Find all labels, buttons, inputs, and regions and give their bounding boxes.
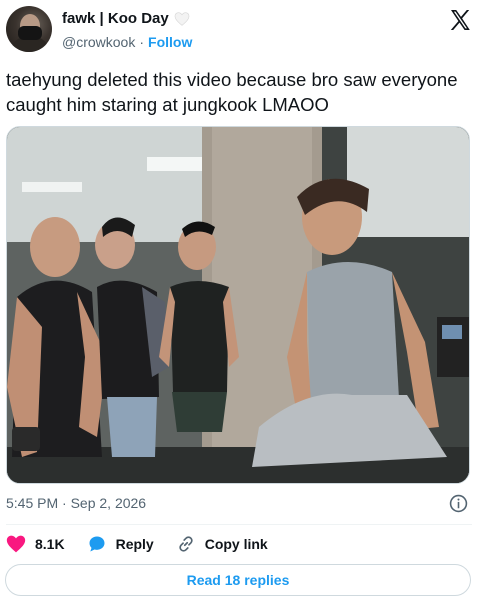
follow-button[interactable]: Follow xyxy=(148,34,192,50)
tweet-header: fawk | Koo Day @crowkook · Follow xyxy=(6,6,476,56)
reply-label: Reply xyxy=(115,536,154,552)
handle-separator: · xyxy=(139,34,145,50)
author-display-name[interactable]: fawk | Koo Day xyxy=(62,10,169,27)
divider xyxy=(6,524,472,525)
reply-button[interactable]: Reply xyxy=(87,534,154,554)
heart-icon xyxy=(6,535,26,553)
tweet-text: taehyung deleted this video because bro … xyxy=(6,69,458,115)
info-icon[interactable] xyxy=(449,494,468,513)
x-logo-icon[interactable] xyxy=(448,8,472,32)
copy-link-label: Copy link xyxy=(204,536,268,552)
tweet-timestamp[interactable]: 5:45 PM · Sep 2, 2026 xyxy=(6,495,146,511)
tweet-video[interactable] xyxy=(6,126,470,484)
white-heart-icon xyxy=(174,11,190,26)
read-replies-button[interactable]: Read 18 replies xyxy=(5,564,471,596)
tweet-actions: 8.1K Reply Copy link xyxy=(6,533,290,555)
like-count: 8.1K xyxy=(35,536,65,552)
author-handle[interactable]: @crowkook xyxy=(62,34,135,50)
like-button[interactable]: 8.1K xyxy=(6,534,65,554)
author-name-row: fawk | Koo Day xyxy=(62,10,190,27)
link-icon xyxy=(179,536,193,552)
copy-link-button[interactable]: Copy link xyxy=(176,534,268,554)
reply-bubble-icon xyxy=(89,536,105,552)
avatar[interactable] xyxy=(6,6,52,52)
author-handle-row: @crowkook · Follow xyxy=(62,34,192,50)
